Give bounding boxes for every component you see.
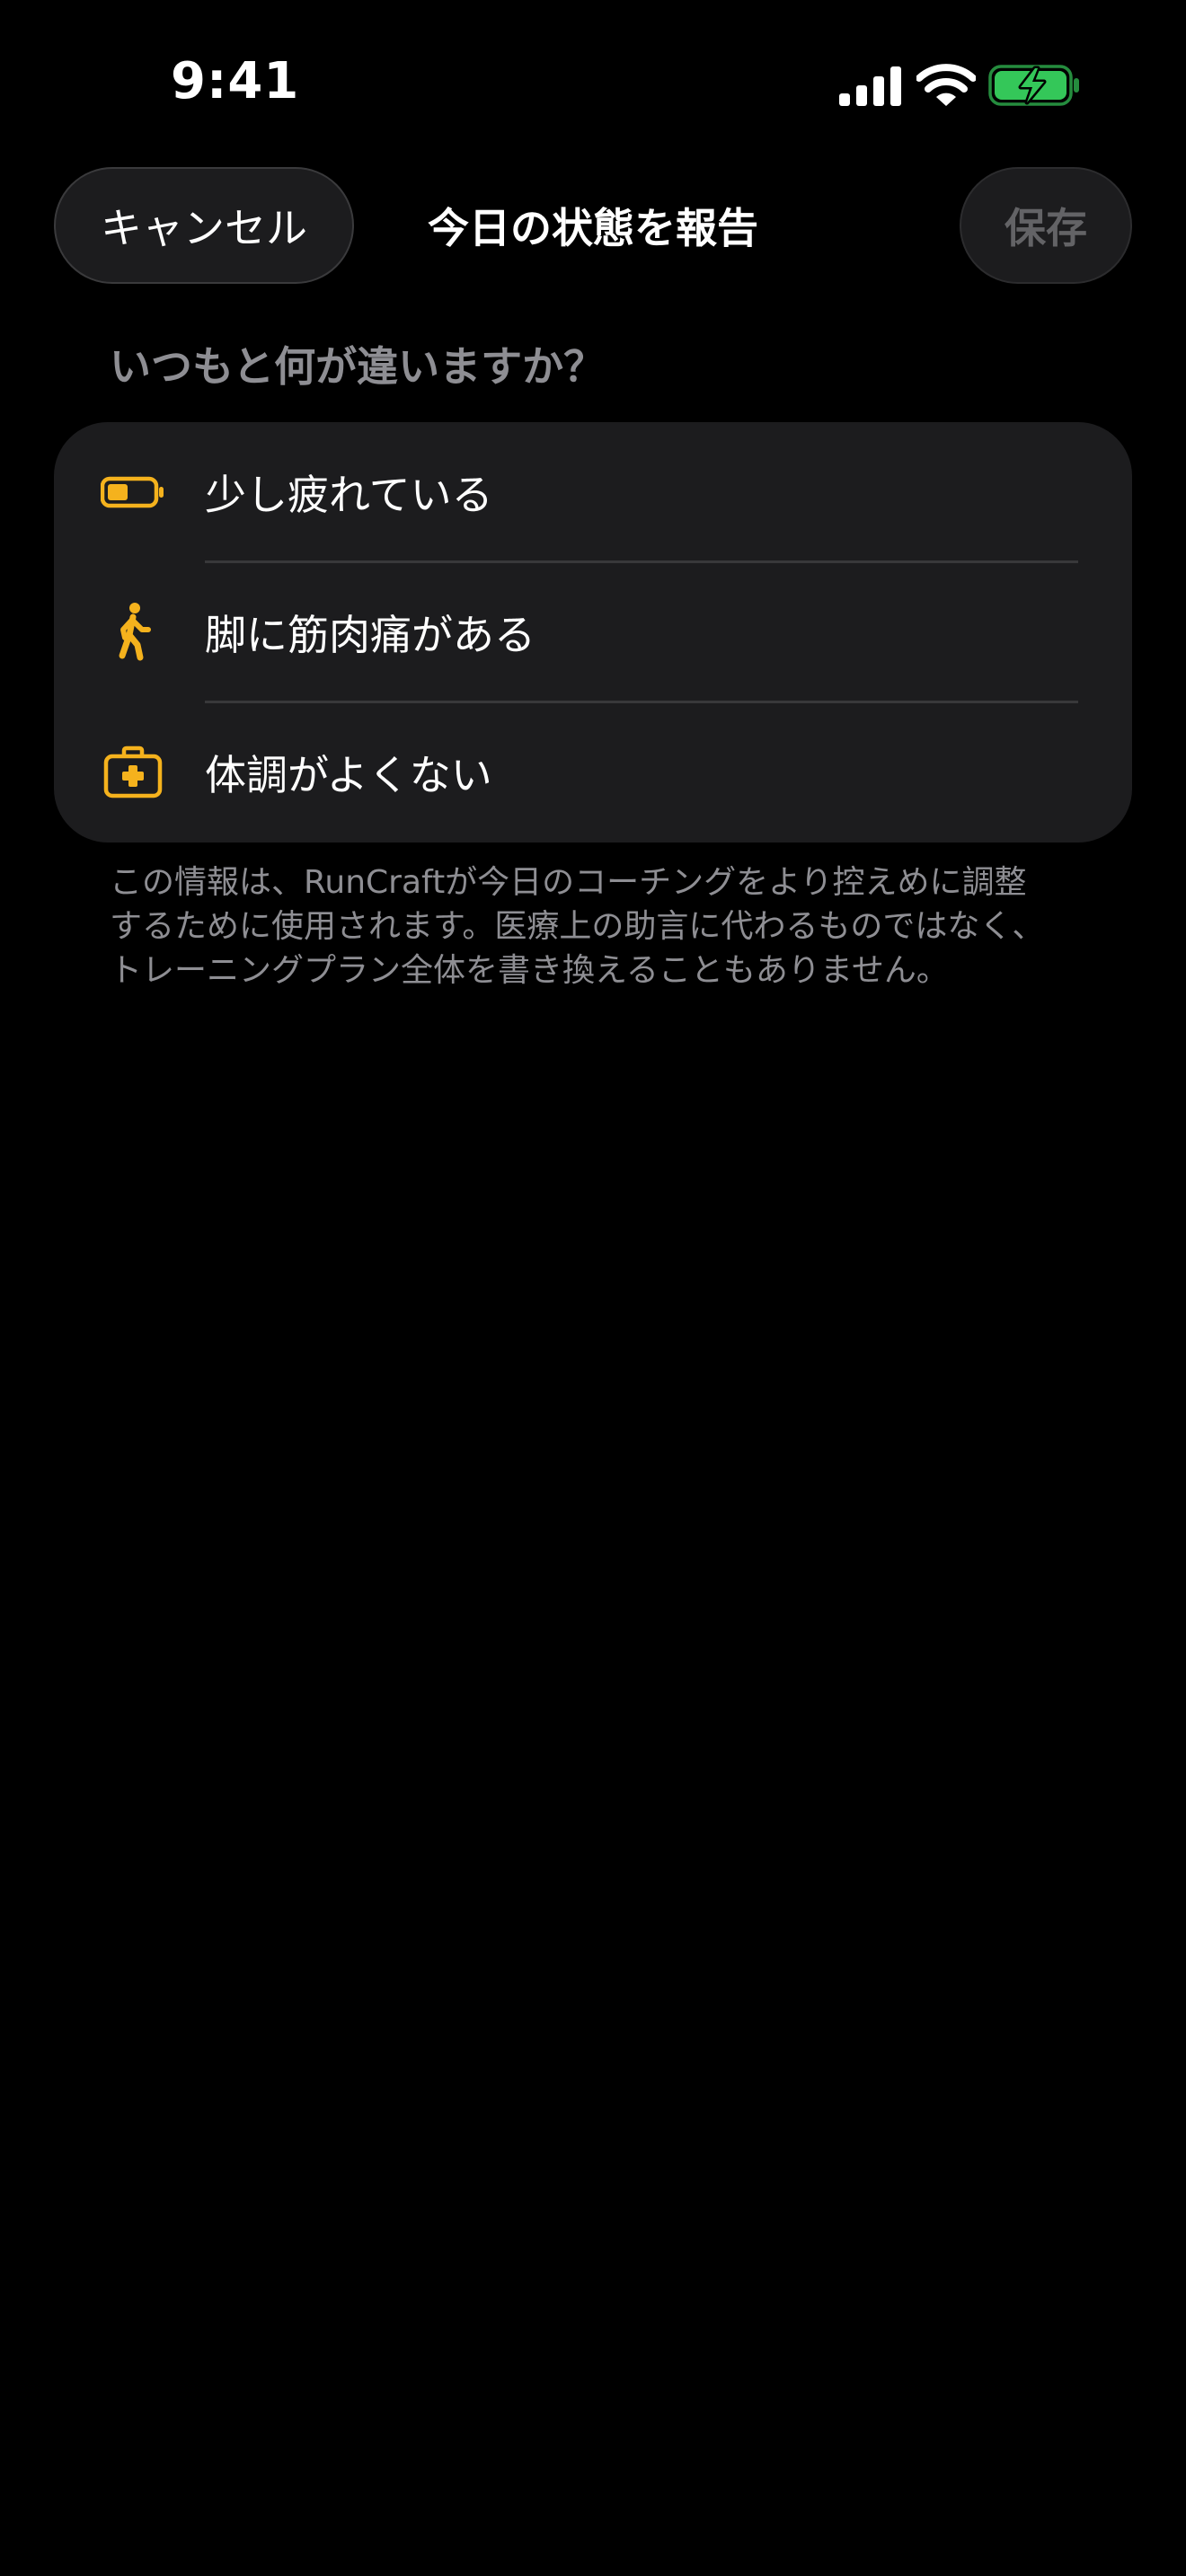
medical-kit-icon bbox=[103, 745, 163, 798]
footer-line: するために使用されます。医療上の助言に代わるものではなく、 bbox=[110, 908, 1045, 945]
save-button[interactable]: 保存 bbox=[960, 167, 1132, 284]
option-label: 脚に筋肉痛がある bbox=[205, 611, 535, 659]
footer-note: この情報は、RunCraftが今日のコーチングをより控えめに調整 するために使用… bbox=[110, 860, 1089, 992]
battery-low-icon bbox=[101, 476, 164, 508]
status-time: 9:41 bbox=[171, 52, 300, 110]
option-muscle-soreness[interactable]: 脚に筋肉痛がある bbox=[54, 562, 1132, 702]
wifi-icon bbox=[916, 64, 976, 106]
battery-charging-icon bbox=[988, 65, 1079, 106]
cancel-button[interactable]: キャンセル bbox=[54, 167, 354, 284]
signal-icon bbox=[839, 66, 901, 106]
footer-line: この情報は、RunCraftが今日のコーチングをより控えめに調整 bbox=[110, 864, 1027, 901]
option-unwell[interactable]: 体調がよくない bbox=[54, 702, 1132, 842]
option-label: 体調がよくない bbox=[205, 751, 492, 799]
option-tired[interactable]: 少し疲れている bbox=[54, 422, 1132, 562]
status-bar: 9:41 bbox=[0, 0, 1186, 162]
walking-figure-icon bbox=[119, 603, 151, 661]
page-title: 今日の状態を報告 bbox=[428, 204, 758, 252]
options-list: 少し疲れている 脚に筋肉痛がある 体調がよくない bbox=[54, 422, 1132, 842]
option-label: 少し疲れている bbox=[205, 471, 493, 519]
footer-line: トレーニングプラン全体を書き換えることもありません。 bbox=[110, 952, 949, 989]
section-header: いつもと何が違いますか？ bbox=[110, 342, 606, 391]
